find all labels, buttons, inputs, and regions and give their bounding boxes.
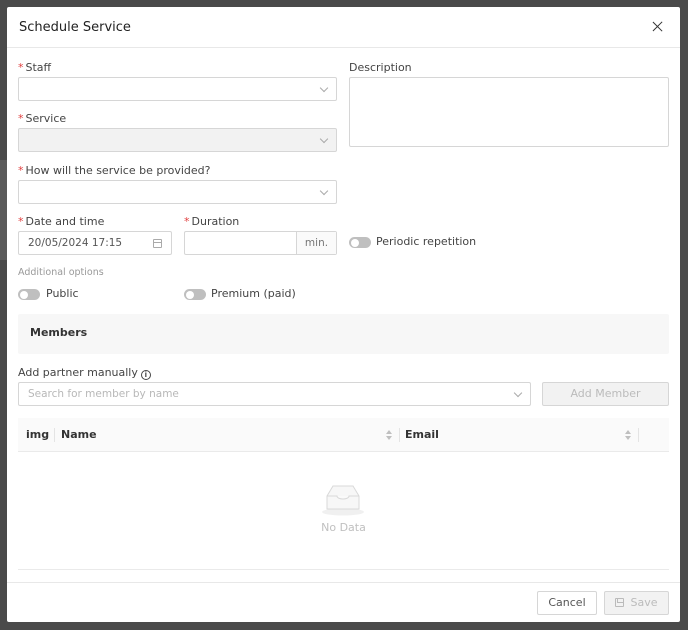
info-icon[interactable]: i (140, 370, 151, 380)
periodic-toggle[interactable] (349, 237, 371, 248)
add-partner-label: Add partner manually i (18, 366, 151, 380)
column-header-img: img (26, 428, 50, 441)
duration-label-text: Duration (191, 215, 240, 228)
column-separator (638, 428, 639, 442)
duration-suffix: min. (296, 232, 336, 254)
members-title: Members (30, 326, 88, 339)
members-section-header: Members (18, 314, 669, 354)
close-icon[interactable] (650, 19, 666, 35)
required-mark: * (18, 112, 24, 125)
datetime-picker[interactable]: 20/05/2024 17:15 (18, 231, 172, 255)
duration-input[interactable]: min. (184, 231, 337, 255)
public-toggle[interactable] (18, 289, 40, 300)
premium-toggle[interactable] (184, 289, 206, 300)
table-divider (18, 569, 669, 570)
chevron-down-icon (319, 134, 329, 144)
add-member-button[interactable]: Add Member (542, 382, 669, 406)
empty-inbox-icon (322, 485, 364, 516)
datetime-label-text: Date and time (25, 215, 105, 228)
sort-icon[interactable] (625, 429, 631, 441)
column-separator (54, 428, 55, 442)
delivery-label: * How will the service be provided? (18, 164, 210, 177)
duration-label: * Duration (184, 215, 239, 228)
column-separator (399, 428, 400, 442)
periodic-label: Periodic repetition (376, 235, 477, 248)
delivery-label-text: How will the service be provided? (25, 164, 211, 177)
datetime-value: 20/05/2024 17:15 (28, 237, 123, 249)
service-label: * Service (18, 112, 66, 125)
chevron-down-icon (319, 186, 329, 196)
staff-label-text: Staff (25, 61, 52, 74)
column-header-email[interactable]: Email (405, 418, 439, 451)
schedule-service-modal: Schedule Service * Staff Description * Ser… (7, 7, 680, 622)
member-search-select[interactable]: Search for member by name (18, 382, 531, 406)
required-mark: * (184, 215, 190, 228)
public-label: Public (46, 287, 79, 300)
modal-header: Schedule Service (7, 7, 680, 48)
save-icon (615, 598, 625, 607)
required-mark: * (18, 215, 24, 228)
additional-options-label: Additional options (18, 267, 104, 278)
member-search-placeholder: Search for member by name (28, 388, 179, 400)
modal-footer: Cancel Save (7, 582, 680, 622)
description-label: Description (349, 61, 412, 74)
calendar-icon (153, 239, 162, 248)
modal-title: Schedule Service (19, 19, 131, 35)
save-button[interactable]: Save (604, 591, 669, 615)
premium-label: Premium (paid) (211, 287, 296, 300)
staff-select[interactable] (18, 77, 337, 101)
empty-state-text: No Data (321, 521, 366, 534)
chevron-down-icon (319, 83, 329, 93)
service-label-text: Service (25, 112, 67, 125)
cancel-button[interactable]: Cancel (537, 591, 597, 615)
delivery-select[interactable] (18, 180, 337, 204)
chevron-down-icon (513, 388, 523, 398)
staff-label: * Staff (18, 61, 51, 74)
column-header-name[interactable]: Name (61, 418, 97, 451)
save-label: Save (630, 596, 658, 609)
members-table-header: img Name Email (18, 418, 669, 452)
required-mark: * (18, 164, 24, 177)
sort-icon[interactable] (386, 429, 392, 441)
required-mark: * (18, 61, 24, 74)
description-textarea[interactable] (349, 77, 669, 147)
add-partner-label-text: Add partner manually (18, 366, 138, 379)
datetime-label: * Date and time (18, 215, 104, 228)
service-select[interactable] (18, 128, 337, 152)
